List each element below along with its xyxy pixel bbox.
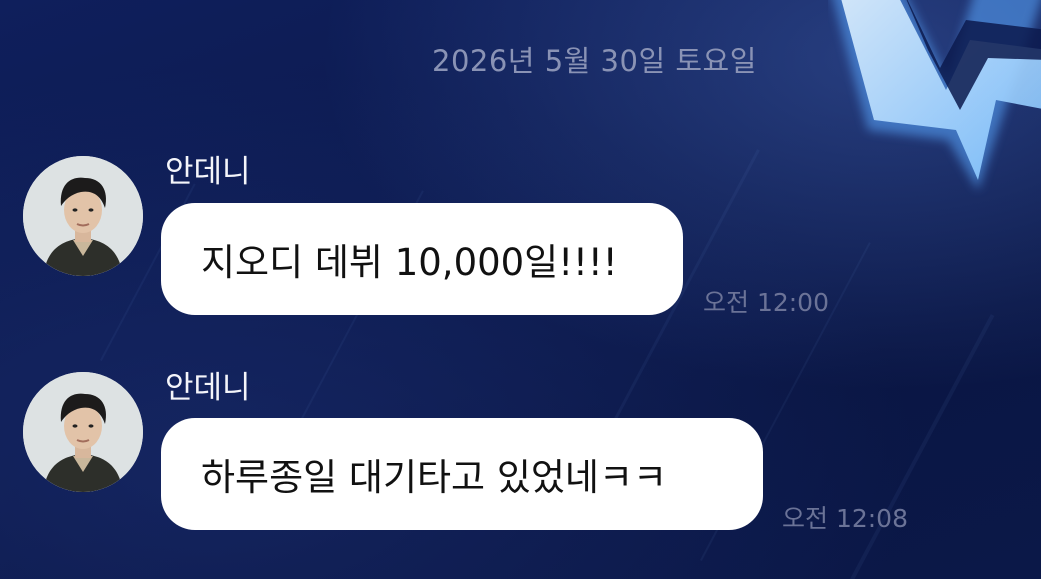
message-time: 오전 12:08	[782, 504, 908, 533]
chat-screen: 2026년 5월 30일 토요일 안데니 지오디 데뷔 10,000일!!!! …	[0, 0, 1041, 579]
message-text: 하루종일 대기타고 있었네ㅋㅋ	[201, 456, 668, 499]
profile-photo-avatar	[23, 372, 143, 492]
message-bubble[interactable]: 하루종일 대기타고 있었네ㅋㅋ	[161, 418, 763, 530]
date-divider: 2026년 5월 30일 토요일	[432, 44, 757, 78]
message-bubble[interactable]: 지오디 데뷔 10,000일!!!!	[161, 203, 683, 315]
avatar[interactable]	[23, 372, 143, 492]
message-text: 지오디 데뷔 10,000일!!!!	[201, 241, 618, 284]
profile-photo-avatar	[23, 156, 143, 276]
background-logo-icon	[833, 0, 1041, 190]
sender-name: 안데니	[165, 370, 251, 406]
avatar[interactable]	[23, 156, 143, 276]
sender-name: 안데니	[165, 154, 251, 190]
message-time: 오전 12:00	[703, 288, 829, 317]
background-streak	[850, 314, 995, 579]
